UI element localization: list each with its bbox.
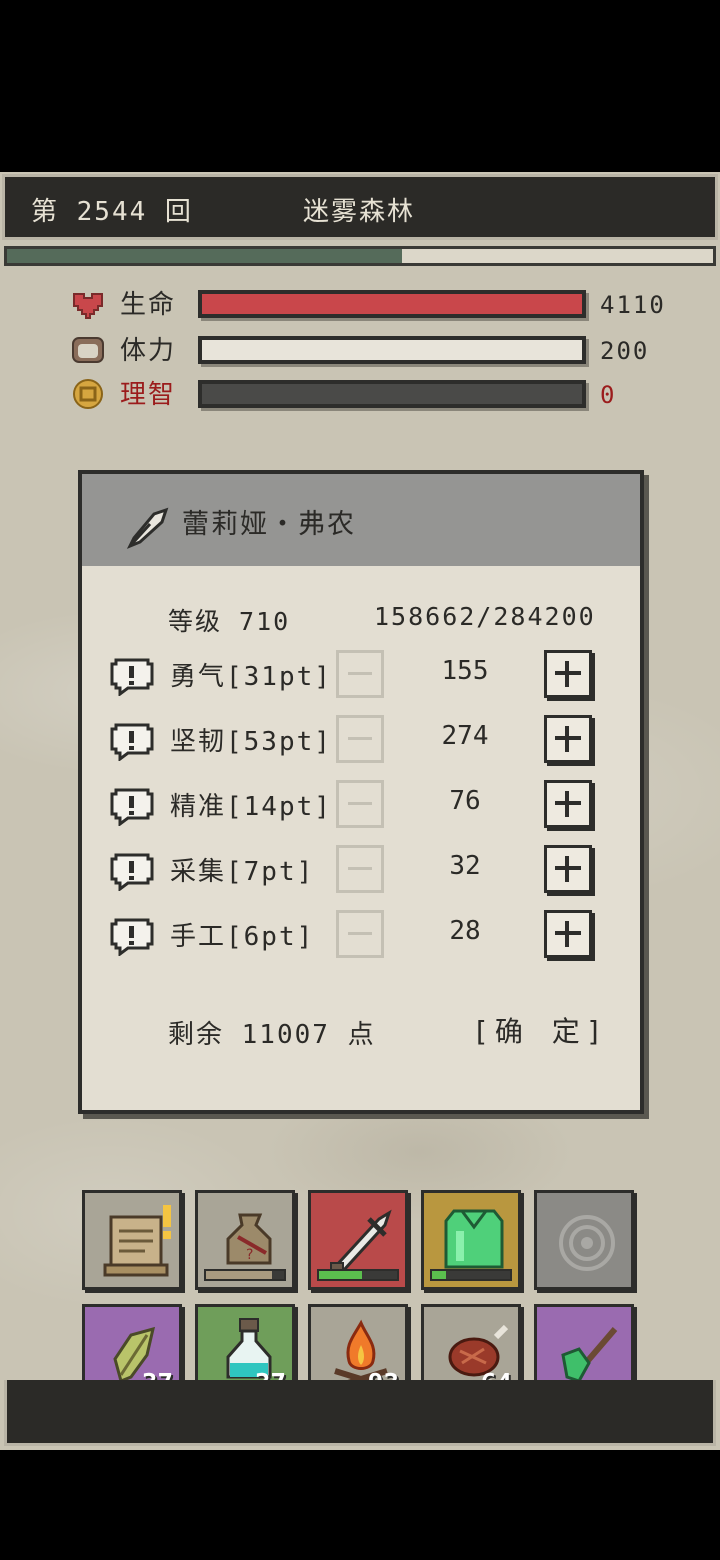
decrease-button[interactable] bbox=[336, 845, 384, 893]
attribute-value: 274 bbox=[441, 721, 489, 751]
sword-icon bbox=[330, 1209, 392, 1276]
menu-slot[interactable]: ? bbox=[195, 1190, 295, 1290]
attribute-row: 精准[14pt] 76 bbox=[110, 780, 630, 836]
stat-stamina: 体力 200 bbox=[70, 332, 710, 370]
top-bar: 第 2544 回 迷雾森林 bbox=[2, 174, 718, 240]
stat-sanity-value: 0 bbox=[600, 381, 617, 409]
slot-progress-bar bbox=[430, 1269, 512, 1281]
stat-stamina-fill bbox=[202, 340, 582, 360]
increase-button[interactable] bbox=[544, 780, 592, 828]
slot-progress-fill bbox=[206, 1271, 273, 1279]
stat-hp-value: 4110 bbox=[600, 291, 666, 319]
increase-button[interactable] bbox=[544, 650, 592, 698]
scroll-quest-icon bbox=[103, 1205, 171, 1277]
info-bubble-icon[interactable] bbox=[110, 656, 154, 696]
sanity-icon bbox=[73, 379, 103, 409]
slot-progress-bar bbox=[317, 1269, 399, 1281]
stat-hp-bar bbox=[198, 290, 586, 318]
stat-sanity-name: 理智 bbox=[120, 380, 177, 410]
stat-hp-name: 生命 bbox=[120, 290, 177, 320]
attribute-row: 采集[7pt] 32 bbox=[110, 845, 630, 901]
stat-stamina-bar bbox=[198, 336, 586, 364]
info-bubble-icon[interactable] bbox=[110, 851, 154, 891]
attribute-value: 32 bbox=[449, 851, 481, 881]
stat-stamina-value: 200 bbox=[600, 337, 650, 365]
attribute-row: 勇气[31pt] 155 bbox=[110, 650, 630, 706]
attribute-value: 76 bbox=[449, 786, 481, 816]
menu-slot[interactable] bbox=[82, 1190, 182, 1290]
stat-hp-fill bbox=[202, 294, 582, 314]
attribute-row: 坚韧[53pt] 274 bbox=[110, 715, 630, 771]
attribute-label: 手工[6pt] bbox=[170, 922, 315, 952]
level-label: 等级 710 bbox=[168, 607, 291, 636]
info-bubble-icon[interactable] bbox=[110, 916, 154, 956]
info-bubble-icon[interactable] bbox=[110, 786, 154, 826]
panel-header: 蕾莉娅・弗农 bbox=[82, 474, 640, 566]
decrease-button[interactable] bbox=[336, 715, 384, 763]
stat-sanity: 理智 0 bbox=[70, 376, 710, 414]
stage-progress-bar bbox=[4, 246, 716, 266]
stamina-icon bbox=[72, 337, 104, 363]
attribute-label: 精准[14pt] bbox=[170, 792, 332, 822]
attribute-label: 坚韧[53pt] bbox=[170, 727, 332, 757]
remaining-points: 剩余 11007 点 bbox=[168, 1020, 376, 1050]
attribute-value: 28 bbox=[449, 916, 481, 946]
turn-counter: 第 2544 回 bbox=[31, 197, 193, 227]
character-name: 蕾莉娅・弗农 bbox=[182, 509, 356, 540]
armor-icon bbox=[444, 1209, 504, 1269]
svg-text:?: ? bbox=[246, 1247, 253, 1263]
stat-stamina-name: 体力 bbox=[120, 336, 177, 366]
slot-progress-bar bbox=[204, 1269, 286, 1281]
slot-progress-fill bbox=[432, 1271, 447, 1279]
slot-progress-fill bbox=[319, 1271, 362, 1279]
character-panel: 蕾莉娅・弗农 等级 710 158662/284200 勇气[31pt] 155 坚… bbox=[78, 470, 644, 1114]
increase-button[interactable] bbox=[544, 845, 592, 893]
loot-bag-icon: ? bbox=[226, 1213, 272, 1265]
attribute-row: 手工[6pt] 28 bbox=[110, 910, 630, 966]
quill-icon bbox=[126, 507, 169, 549]
stat-hp: 生命 4110 bbox=[70, 286, 710, 324]
decrease-button[interactable] bbox=[336, 650, 384, 698]
menu-slot[interactable] bbox=[534, 1190, 634, 1290]
stage-progress-fill bbox=[7, 249, 403, 263]
attribute-value: 155 bbox=[441, 656, 489, 686]
increase-button[interactable] bbox=[544, 715, 592, 763]
confirm-button[interactable]: [确 定] bbox=[472, 1010, 609, 1050]
menu-slot[interactable] bbox=[421, 1190, 521, 1290]
bottom-bar bbox=[4, 1380, 716, 1446]
attribute-label: 勇气[31pt] bbox=[170, 662, 332, 692]
game-screen: 第 2544 回 迷雾森林 生命 4110 体力 200 理智 0 蕾莉娅・弗农… bbox=[0, 172, 720, 1450]
location-name: 迷雾森林 bbox=[303, 197, 416, 227]
locked-circle-icon bbox=[559, 1215, 615, 1271]
attribute-label: 采集[7pt] bbox=[170, 857, 315, 887]
info-bubble-icon[interactable] bbox=[110, 721, 154, 761]
stat-sanity-bar bbox=[198, 380, 586, 408]
heart-icon bbox=[73, 293, 103, 319]
menu-slot[interactable] bbox=[308, 1190, 408, 1290]
decrease-button[interactable] bbox=[336, 780, 384, 828]
increase-button[interactable] bbox=[544, 910, 592, 958]
decrease-button[interactable] bbox=[336, 910, 384, 958]
exp-value: 158662/284200 bbox=[374, 602, 596, 631]
